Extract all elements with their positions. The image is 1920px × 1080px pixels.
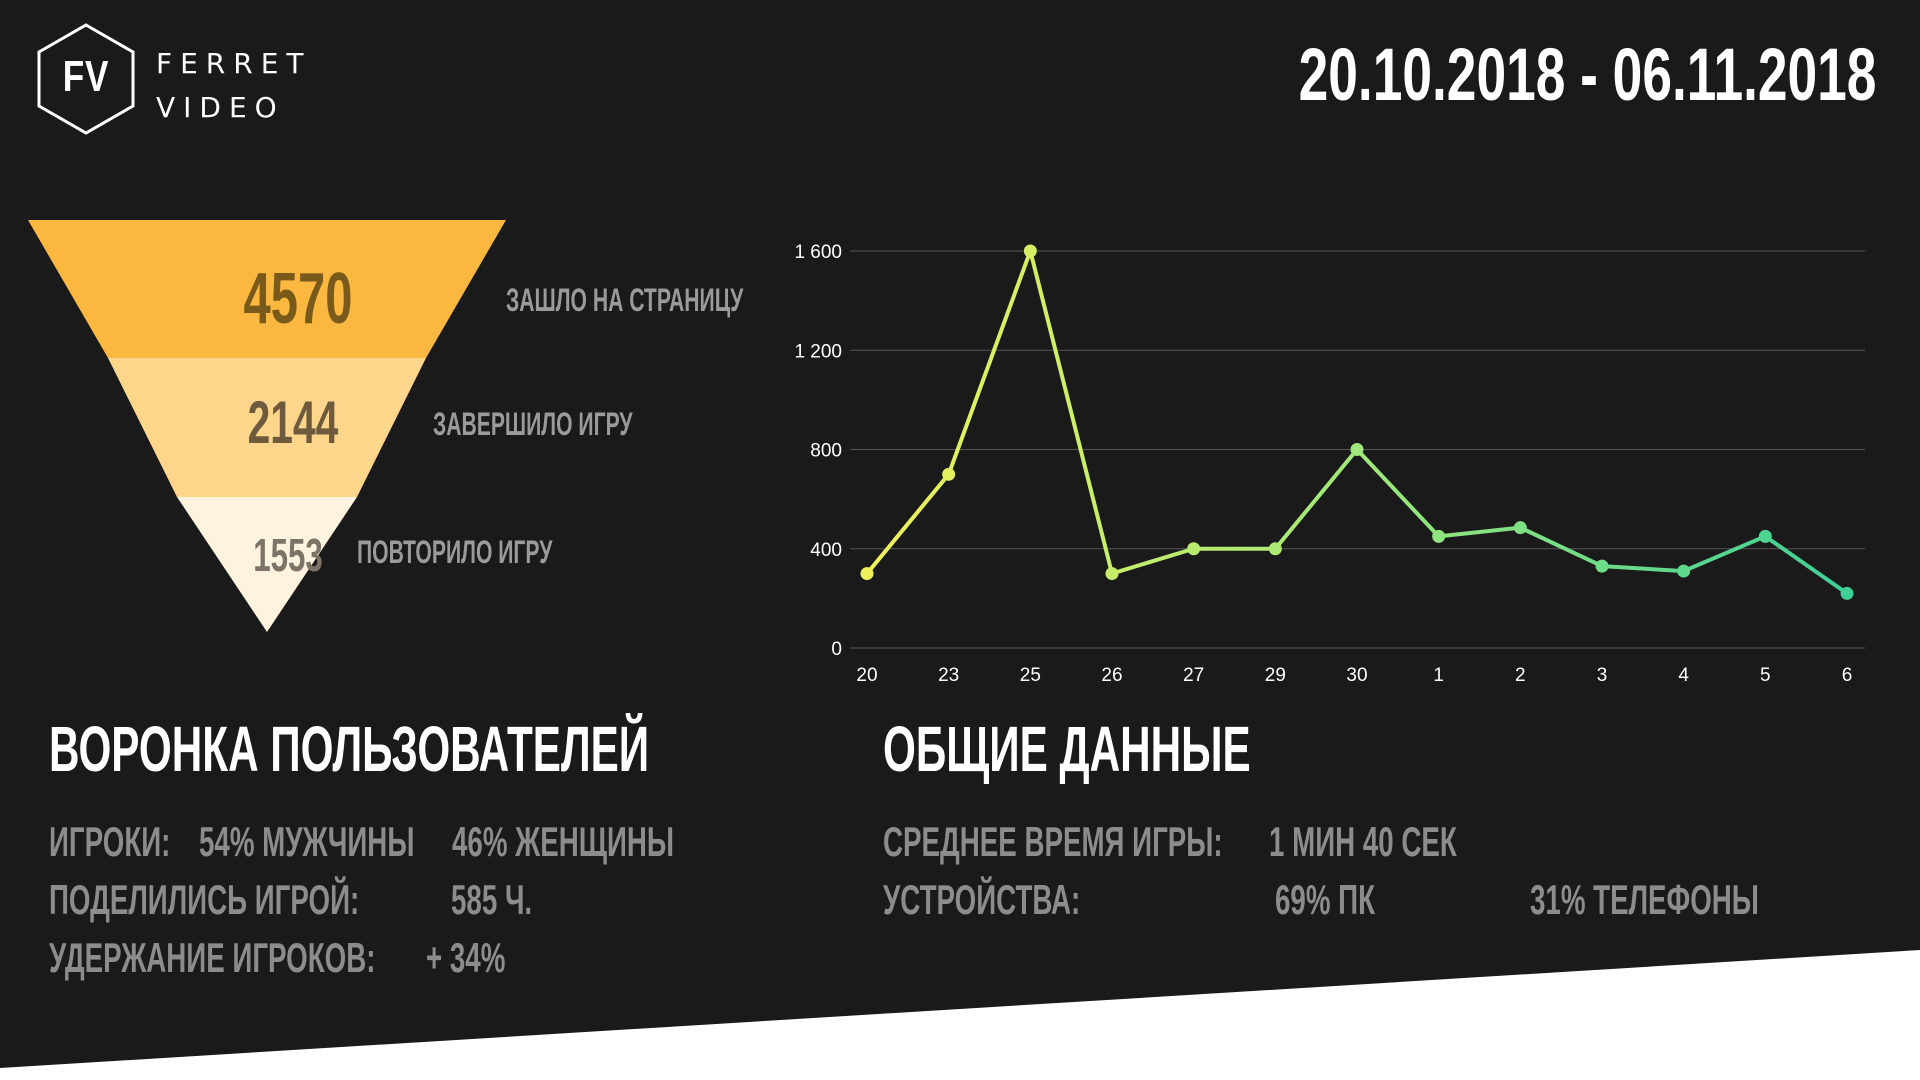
retention-label: УДЕРЖАНИЕ ИГРОКОВ:: [49, 934, 376, 981]
y-tick-label: 1 200: [794, 341, 842, 362]
data-point: [942, 467, 956, 481]
series-line: [865, 249, 1849, 596]
y-tick-label: 400: [810, 540, 842, 561]
logo-line-2: VIDEO: [156, 91, 285, 124]
players-male-value: 54% МУЖЧИНЫ: [199, 818, 415, 865]
devices-pc-value: 69% ПК: [1275, 876, 1376, 923]
retention-value: + 34%: [426, 934, 506, 981]
avg-time-label: СРЕДНЕЕ ВРЕМЯ ИГРЫ:: [883, 818, 1223, 865]
x-tick-label: 29: [1265, 665, 1286, 686]
players-label: ИГРОКИ:: [49, 818, 171, 865]
data-point: [1432, 529, 1446, 543]
x-tick-label: 1: [1433, 665, 1444, 686]
data-point: [1350, 443, 1364, 456]
funnel-label-repeated: ПОВТОРИЛО ИГРУ: [357, 534, 553, 570]
funnel-label-completed: ЗАВЕРШИЛО ИГРУ: [433, 406, 633, 442]
shared-value: 585 Ч.: [451, 876, 533, 923]
date-range: 20.10.2018 - 06.11.2018: [1298, 33, 1876, 116]
funnel-value-completed: 2144: [247, 389, 339, 456]
x-tick-label: 3: [1597, 665, 1608, 686]
data-point: [1187, 542, 1201, 556]
players-female-value: 46% ЖЕНЩИНЫ: [452, 818, 675, 865]
funnel-label-visits: ЗАШЛО НА СТРАНИЦУ: [506, 282, 744, 318]
y-tick-label: 800: [810, 441, 842, 462]
data-point: [1758, 529, 1772, 543]
x-tick-label: 30: [1346, 665, 1367, 686]
shared-label: ПОДЕЛИЛИСЬ ИГРОЙ:: [49, 876, 360, 923]
funnel-section-title: ВОРОНКА ПОЛЬЗОВАТЕЛЕЙ: [49, 713, 650, 785]
logo-line-1: FERRET: [156, 47, 312, 80]
logo-mark: FV: [62, 52, 110, 101]
data-point: [1268, 542, 1282, 556]
x-tick-label: 25: [1020, 665, 1041, 686]
avg-time-value: 1 МИН 40 СЕК: [1269, 818, 1457, 865]
devices-label: УСТРОЙСТВА:: [883, 876, 1081, 923]
data-point: [1840, 586, 1854, 600]
y-tick-label: 0: [831, 639, 842, 660]
y-tick-label: 1 600: [794, 242, 842, 263]
funnel-value-repeated: 1553: [253, 529, 323, 581]
data-point: [1023, 244, 1037, 258]
x-tick-label: 5: [1760, 665, 1771, 686]
data-point: [1677, 564, 1691, 578]
data-point: [860, 567, 874, 581]
x-tick-label: 20: [856, 665, 877, 686]
user-funnel: 4570 ЗАШЛО НА СТРАНИЦУ 2144 ЗАВЕРШИЛО ИГ…: [28, 220, 743, 635]
data-point: [1595, 559, 1609, 573]
x-tick-label: 2: [1515, 665, 1526, 686]
data-point: [1105, 567, 1119, 581]
general-section-title: ОБЩИЕ ДАННЫЕ: [883, 713, 1251, 785]
x-tick-label: 23: [938, 665, 959, 686]
funnel-value-visits: 4570: [243, 259, 353, 339]
x-tick-label: 27: [1183, 665, 1204, 686]
logo: FV FERRET VIDEO: [34, 22, 354, 142]
x-tick-label: 6: [1842, 665, 1853, 686]
devices-phones-value: 31% ТЕЛЕФОНЫ: [1530, 876, 1759, 923]
logo-wordmark: FERRET VIDEO: [156, 42, 312, 130]
x-tick-label: 4: [1678, 665, 1689, 686]
data-point: [1513, 521, 1527, 535]
daily-visits-line-chart: 04008001 2001 60020 23 25 26 27 29 30 1 2 3 4 5 6: [794, 242, 1865, 686]
x-tick-label: 26: [1101, 665, 1122, 686]
